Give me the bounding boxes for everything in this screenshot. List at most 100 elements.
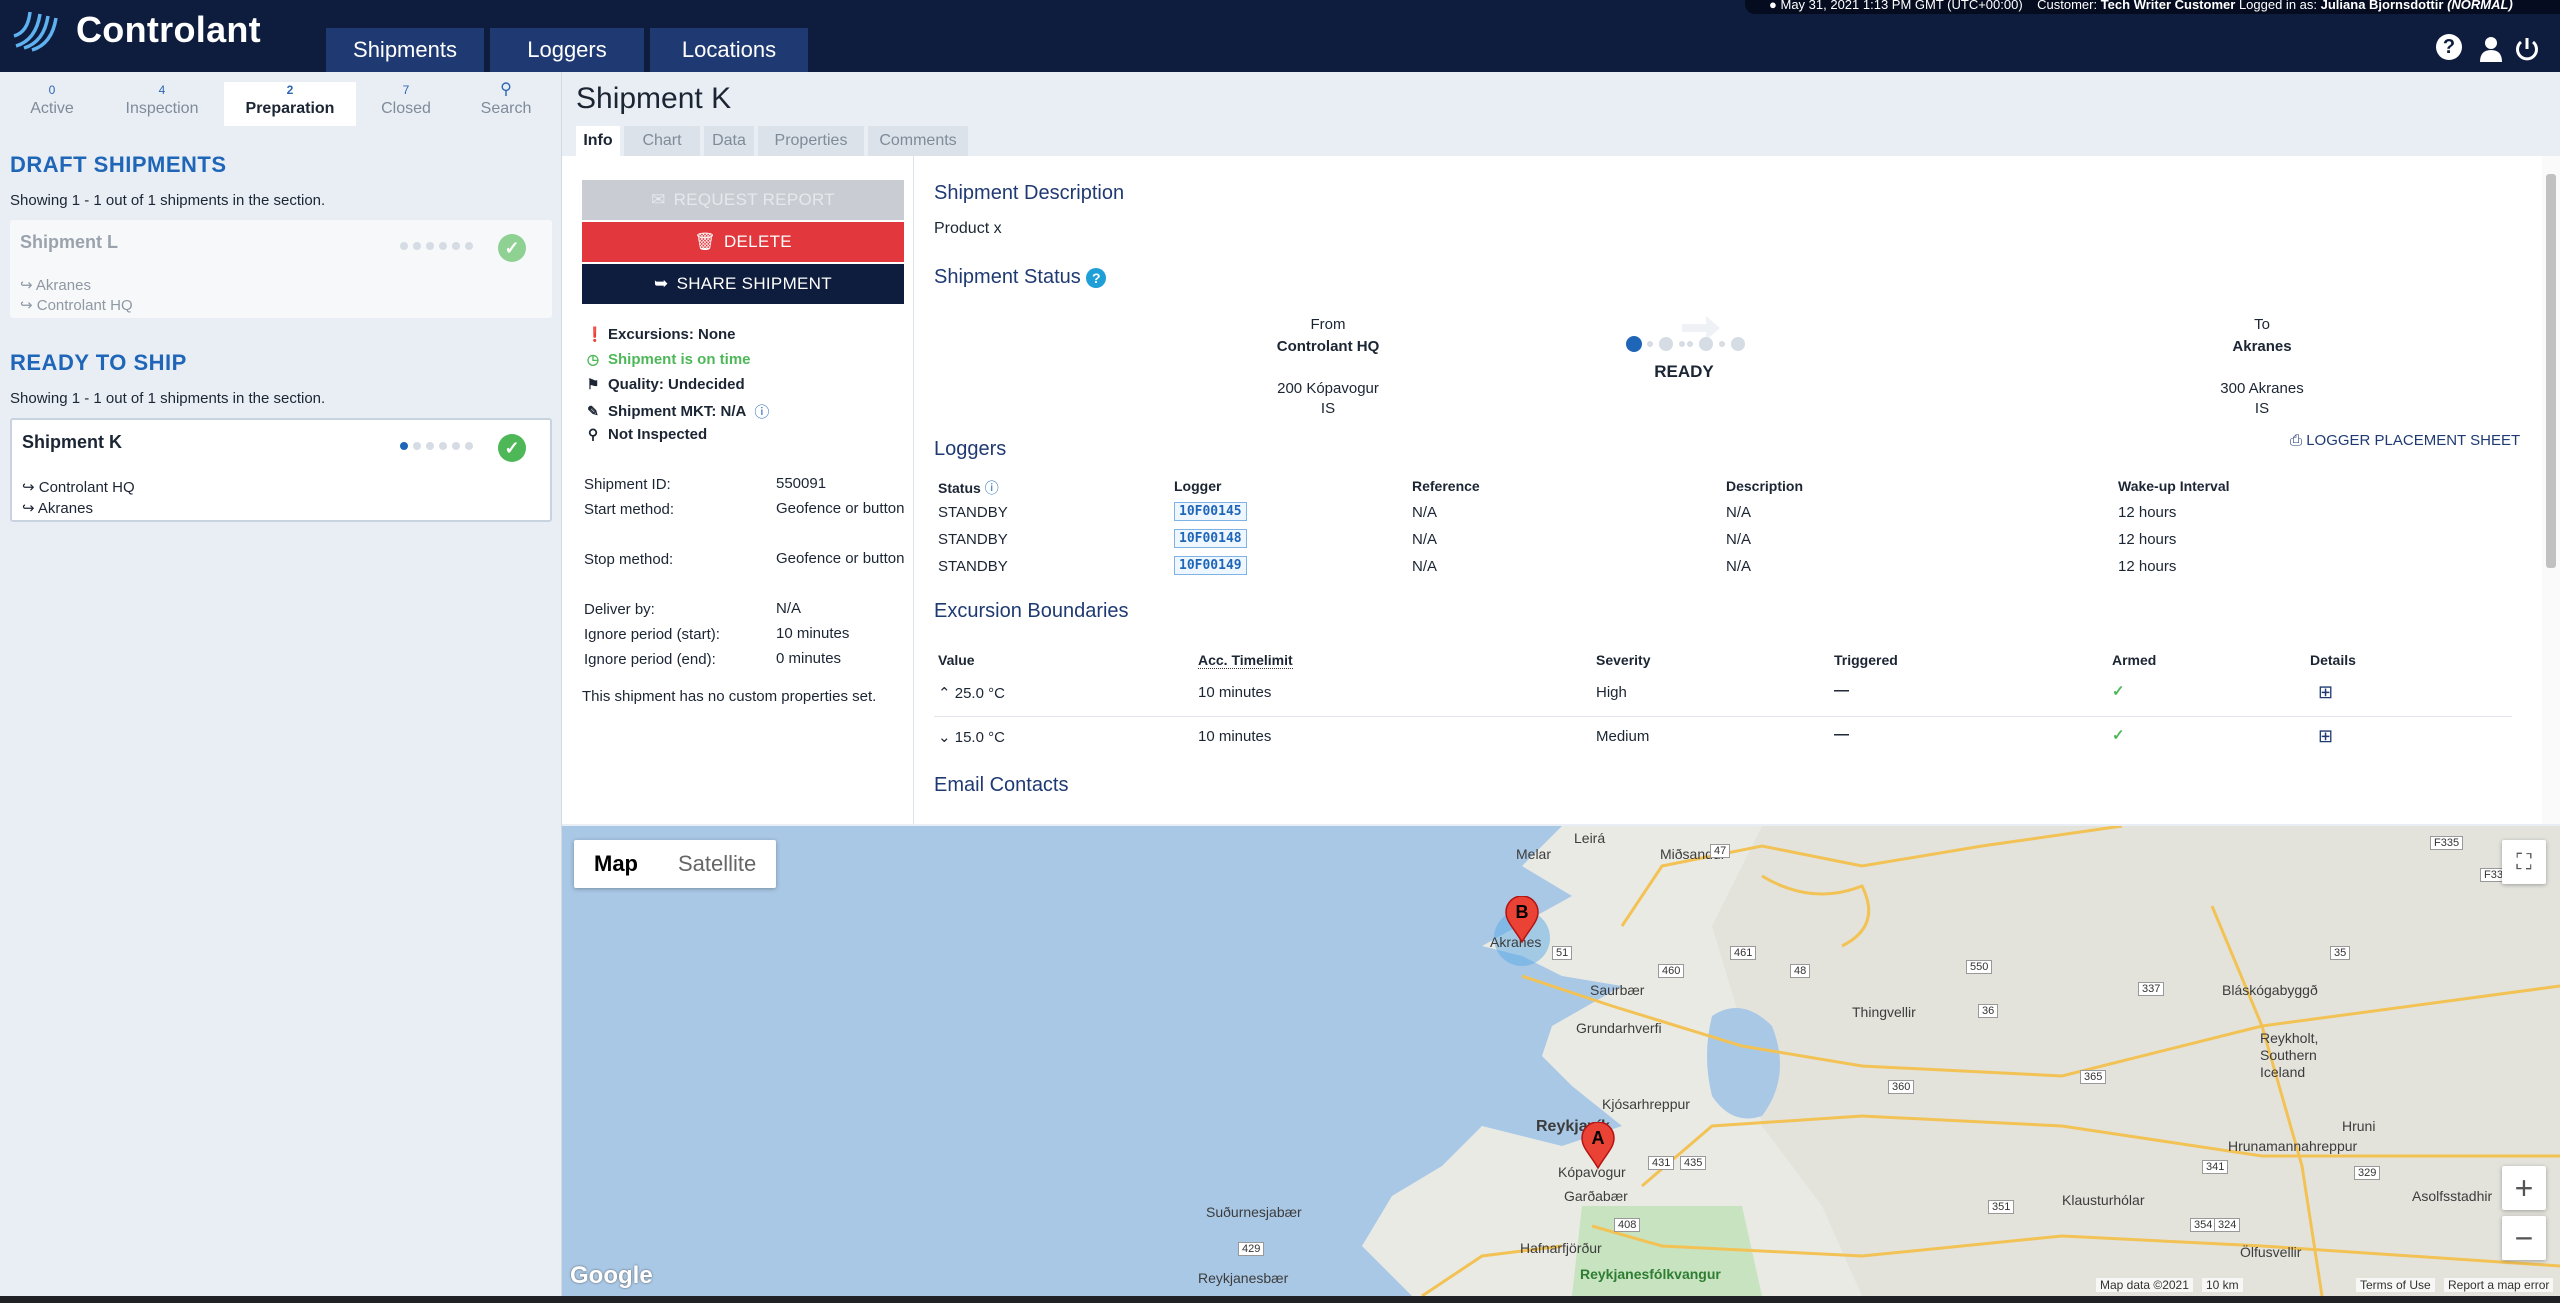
help-icon[interactable]: ?	[2436, 34, 2462, 60]
fullscreen-icon[interactable]: ⛶	[2502, 840, 2546, 884]
terms-of-use-link[interactable]: Terms of Use	[2356, 1278, 2435, 1292]
col-wakeup: Wake-up Interval	[2118, 478, 2230, 494]
map-place: Kjósarhreppur	[1602, 1096, 1690, 1112]
user-icon[interactable]	[2476, 34, 2506, 64]
map-place: Reykholt, Southern Iceland	[2260, 1030, 2319, 1080]
progress-dot	[413, 242, 421, 250]
logger-id-link[interactable]: 10F00149	[1174, 556, 1247, 575]
boundary-limit: 10 minutes	[1198, 684, 1272, 701]
title-text: Shipment Status	[934, 266, 1081, 288]
quality-status: ⚑ Quality: Undecided	[586, 376, 745, 393]
shipment-card-draft[interactable]: Shipment L ✓ ↪ Akranes ↪ Controlant HQ	[10, 220, 552, 318]
session-status: ● May 31, 2021 1:13 PM GMT (UTC+00:00) C…	[1745, 0, 2560, 14]
shipment-origin: ↪ Controlant HQ	[22, 479, 135, 496]
progress-dot	[439, 242, 447, 250]
sidebar-tab-active[interactable]: 0 Active	[14, 82, 90, 126]
armed-check-icon: ✓	[2112, 683, 2125, 700]
info-icon[interactable]: ⓘ	[754, 401, 769, 422]
app-name: Controlant	[76, 9, 261, 50]
logger-wakeup: 12 hours	[2118, 531, 2177, 548]
tab-label: Preparation	[245, 100, 335, 117]
ignore-start-value: 10 minutes	[776, 625, 850, 642]
draft-section-summary: Showing 1 - 1 out of 1 shipments in the …	[10, 192, 326, 209]
button-label: REQUEST REPORT	[673, 190, 835, 209]
app-logo[interactable]: Controlant	[10, 6, 261, 54]
route-map[interactable]: Leirá Melar Miðsandur Akranes Saurbær Gr…	[562, 826, 2560, 1296]
deliver-by-value: N/A	[776, 600, 802, 617]
shipment-id-value: 550091	[776, 475, 827, 492]
share-shipment-button[interactable]: ➥ SHARE SHIPMENT	[582, 264, 904, 304]
map-place: Asolfsstadhir	[2412, 1188, 2493, 1204]
search-icon: ⚲	[500, 81, 512, 98]
map-place: Thingvellir	[1852, 1004, 1916, 1020]
nav-tab-loggers[interactable]: Loggers	[490, 28, 644, 72]
road-number: 324	[2214, 1218, 2241, 1232]
map-type-control: Map Satellite	[574, 840, 777, 888]
shipment-destination: ↪ Controlant HQ	[20, 297, 133, 314]
zoom-in-button[interactable]: +	[2502, 1166, 2546, 1210]
shipment-card-ready[interactable]: Shipment K ✓ ↪ Controlant HQ ↪ Akranes	[10, 418, 552, 522]
sidebar-tab-preparation[interactable]: 2 Preparation	[224, 82, 356, 126]
button-label: SHARE SHIPMENT	[676, 274, 832, 293]
tab-properties[interactable]: Properties	[758, 126, 864, 156]
check-circle-icon: ✓	[498, 434, 526, 462]
expand-details-icon[interactable]: ⊞	[2318, 682, 2333, 703]
logger-wakeup: 12 hours	[2118, 504, 2177, 521]
map-type-map-button[interactable]: Map	[574, 840, 658, 888]
sidebar-tab-search[interactable]: ⚲ Search	[466, 82, 546, 126]
info-icon[interactable]: ⓘ	[985, 480, 999, 496]
map-place: Hafnarfjörður	[1520, 1240, 1602, 1256]
road-number: 48	[1790, 964, 1811, 978]
tab-comments[interactable]: Comments	[868, 126, 968, 156]
request-report-button[interactable]: ✉ REQUEST REPORT	[582, 180, 904, 220]
progress-dot	[452, 442, 460, 450]
clock-icon: ●	[1769, 0, 1777, 12]
envelope-icon: ✉	[651, 190, 666, 209]
delete-button[interactable]: 🗑 DELETE	[582, 222, 904, 262]
help-icon[interactable]: ?	[1086, 268, 1107, 288]
destination-pin-icon[interactable]: B	[1504, 895, 1540, 944]
nav-tab-shipments[interactable]: Shipments	[326, 28, 484, 72]
power-icon[interactable]	[2512, 34, 2542, 64]
map-place: Hrunamannahreppur	[2228, 1138, 2358, 1154]
zoom-out-button[interactable]: −	[2502, 1216, 2546, 1260]
logger-id-link[interactable]: 10F00148	[1174, 529, 1247, 548]
button-label: DELETE	[723, 232, 792, 251]
tab-data[interactable]: Data	[704, 126, 754, 156]
tab-info[interactable]: Info	[576, 126, 620, 156]
info-panel-scrollbar[interactable]	[2542, 156, 2560, 824]
map-scale[interactable]: 10 km	[2202, 1278, 2243, 1292]
road-number: 351	[1988, 1200, 2015, 1214]
tab-chart[interactable]: Chart	[624, 126, 700, 156]
map-type-satellite-button[interactable]: Satellite	[658, 840, 776, 888]
shipment-origin: ↪ Akranes	[20, 277, 91, 294]
tab-count: 7	[402, 83, 410, 97]
scrollbar-thumb[interactable]	[2546, 174, 2556, 568]
check-circle-icon: ✓	[498, 234, 526, 262]
to-address: 300 Akranes	[2220, 380, 2304, 397]
map-data-attribution: Map data ©2021	[2096, 1278, 2193, 1292]
exclamation-circle-icon: ❗	[586, 326, 604, 342]
report-map-error-link[interactable]: Report a map error	[2444, 1278, 2554, 1292]
sidebar-tab-closed[interactable]: 7 Closed	[366, 82, 446, 126]
origin-pin-icon[interactable]: A	[1580, 1121, 1616, 1170]
tab-label: Active	[30, 100, 74, 117]
logger-placement-sheet-button[interactable]: ⎙ LOGGER PLACEMENT SHEET	[2290, 432, 2520, 449]
progress-dot	[426, 242, 434, 250]
ready-section-summary: Showing 1 - 1 out of 1 shipments in the …	[10, 390, 326, 407]
printer-icon: ⎙	[2290, 432, 2303, 449]
nav-tab-locations[interactable]: Locations	[650, 28, 808, 72]
sidebar-tab-inspection[interactable]: 4 Inspection	[112, 82, 212, 126]
tab-count: 2	[286, 83, 294, 97]
pen-icon: ✎	[587, 403, 599, 419]
expand-details-icon[interactable]: ⊞	[2318, 726, 2333, 747]
logger-id-link[interactable]: 10F00145	[1174, 502, 1247, 521]
progress-dot	[452, 242, 460, 250]
logger-reference: N/A	[1412, 531, 1438, 548]
map-place: Hruni	[2342, 1118, 2376, 1134]
road-number: F335	[2430, 836, 2464, 850]
shipment-status-title: Shipment Status ?	[934, 266, 1107, 289]
armed-check-icon: ✓	[2112, 727, 2125, 744]
google-logo[interactable]: Google	[570, 1262, 653, 1290]
pin-label: B	[1515, 902, 1529, 922]
